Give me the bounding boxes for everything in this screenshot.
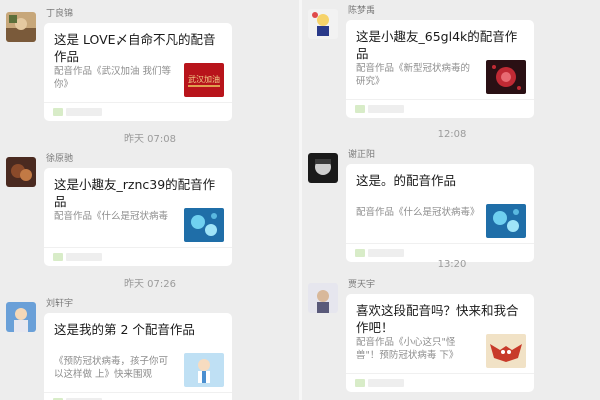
sender-name: 贾天宇 xyxy=(348,280,376,290)
mini-program-icon xyxy=(355,379,365,387)
share-card[interactable]: 这是。的配音作品 配音作品《什么是冠状病毒》 xyxy=(346,164,534,262)
wuhan-jiayou-thumbnail-icon: 武汉加油 xyxy=(184,63,224,97)
card-thumbnail xyxy=(486,334,526,368)
user-avatar-icon xyxy=(308,283,338,313)
share-card[interactable]: 这是小趣友_65gl4k的配音作品 配音作品《新型冠状病毒的研究》 xyxy=(346,20,534,118)
chat-column-left: 丁良锦 这是 LOVE〆自命不凡的配音作品 配音作品《武汉加油 我们等你》 武汉… xyxy=(0,0,300,400)
mini-program-label xyxy=(66,253,102,261)
card-thumbnail xyxy=(486,60,526,94)
virus-red-thumbnail-icon xyxy=(486,60,526,94)
chat-timestamp: 昨天 07:26 xyxy=(124,279,176,290)
card-footer xyxy=(346,99,534,118)
sender-name: 陈梦禹 xyxy=(348,6,376,16)
avatar[interactable] xyxy=(6,12,36,42)
avatar[interactable] xyxy=(6,157,36,187)
chat-column-right: 陈梦禹 这是小趣友_65gl4k的配音作品 配音作品《新型冠状病毒的研究》 12… xyxy=(302,0,600,400)
avatar[interactable] xyxy=(308,9,338,39)
chat-timestamp: 13:20 xyxy=(437,259,467,270)
card-title: 这是 LOVE〆自命不凡的配音作品 xyxy=(54,32,216,64)
card-thumbnail xyxy=(184,208,224,242)
card-footer xyxy=(44,247,232,266)
mini-program-icon xyxy=(53,253,63,261)
card-title: 这是小趣友_65gl4k的配音作品 xyxy=(356,29,518,61)
card-thumbnail xyxy=(184,353,224,387)
sender-name: 徐原驰 xyxy=(46,154,74,164)
mini-program-label xyxy=(368,249,404,257)
mini-program-icon xyxy=(53,108,63,116)
share-card[interactable]: 这是 LOVE〆自命不凡的配音作品 配音作品《武汉加油 我们等你》 武汉加油 xyxy=(44,23,232,121)
virus-blue-thumbnail-icon xyxy=(486,204,526,238)
bat-monster-thumbnail-icon xyxy=(486,334,526,368)
share-card[interactable]: 这是我的第 2 个配音作品 《预防冠状病毒，孩子你可以这样做 上》快来围观 xyxy=(44,313,232,400)
sender-name: 谢正阳 xyxy=(348,150,376,160)
card-description: 配音作品《什么是冠状病毒》 xyxy=(356,207,478,218)
chat-timestamp: 昨天 07:08 xyxy=(124,134,176,145)
user-avatar-icon xyxy=(308,9,338,39)
sender-name: 丁良锦 xyxy=(46,9,74,19)
card-description: 配音作品《新型冠状病毒的研究》 xyxy=(356,63,471,87)
card-footer xyxy=(44,392,232,400)
card-title: 喜欢这段配音吗？快来和我合作吧！ xyxy=(356,303,519,335)
card-description: 配音作品《武汉加油 我们等你》 xyxy=(54,66,172,90)
user-avatar-icon xyxy=(6,302,36,332)
kid-cartoon-thumbnail-icon xyxy=(184,353,224,387)
card-footer xyxy=(346,373,534,392)
user-avatar-icon xyxy=(6,157,36,187)
mini-program-icon xyxy=(355,105,365,113)
share-card[interactable]: 喜欢这段配音吗？快来和我合作吧！ 配音作品《小心这只"怪兽"！预防冠状病毒 下》 xyxy=(346,294,534,392)
avatar[interactable] xyxy=(6,302,36,332)
card-description: 配音作品《小心这只"怪兽"！预防冠状病毒 下》 xyxy=(356,337,459,361)
user-avatar-icon xyxy=(308,153,338,183)
chat-timestamp: 12:08 xyxy=(437,129,467,140)
virus-blue-thumbnail-icon xyxy=(184,208,224,242)
avatar[interactable] xyxy=(308,283,338,313)
card-thumbnail xyxy=(486,204,526,238)
mini-program-label xyxy=(368,379,404,387)
card-thumbnail: 武汉加油 xyxy=(184,63,224,97)
card-footer xyxy=(44,102,232,121)
card-title: 这是。的配音作品 xyxy=(356,173,457,188)
mini-program-label xyxy=(66,108,102,116)
card-title: 这是我的第 2 个配音作品 xyxy=(54,322,195,337)
thumb-text: 武汉加油 xyxy=(188,74,220,84)
user-avatar-icon xyxy=(6,12,36,42)
share-card[interactable]: 这是小趣友_rznc39的配音作品 配音作品《什么是冠状病毒 xyxy=(44,168,232,266)
sender-name: 刘轩宇 xyxy=(46,299,74,309)
card-description: 《预防冠状病毒，孩子你可以这样做 上》快来围观 xyxy=(54,356,169,380)
mini-program-icon xyxy=(355,249,365,257)
card-title: 这是小趣友_rznc39的配音作品 xyxy=(54,177,216,209)
avatar[interactable] xyxy=(308,153,338,183)
mini-program-label xyxy=(368,105,404,113)
card-description: 配音作品《什么是冠状病毒 xyxy=(54,211,169,222)
